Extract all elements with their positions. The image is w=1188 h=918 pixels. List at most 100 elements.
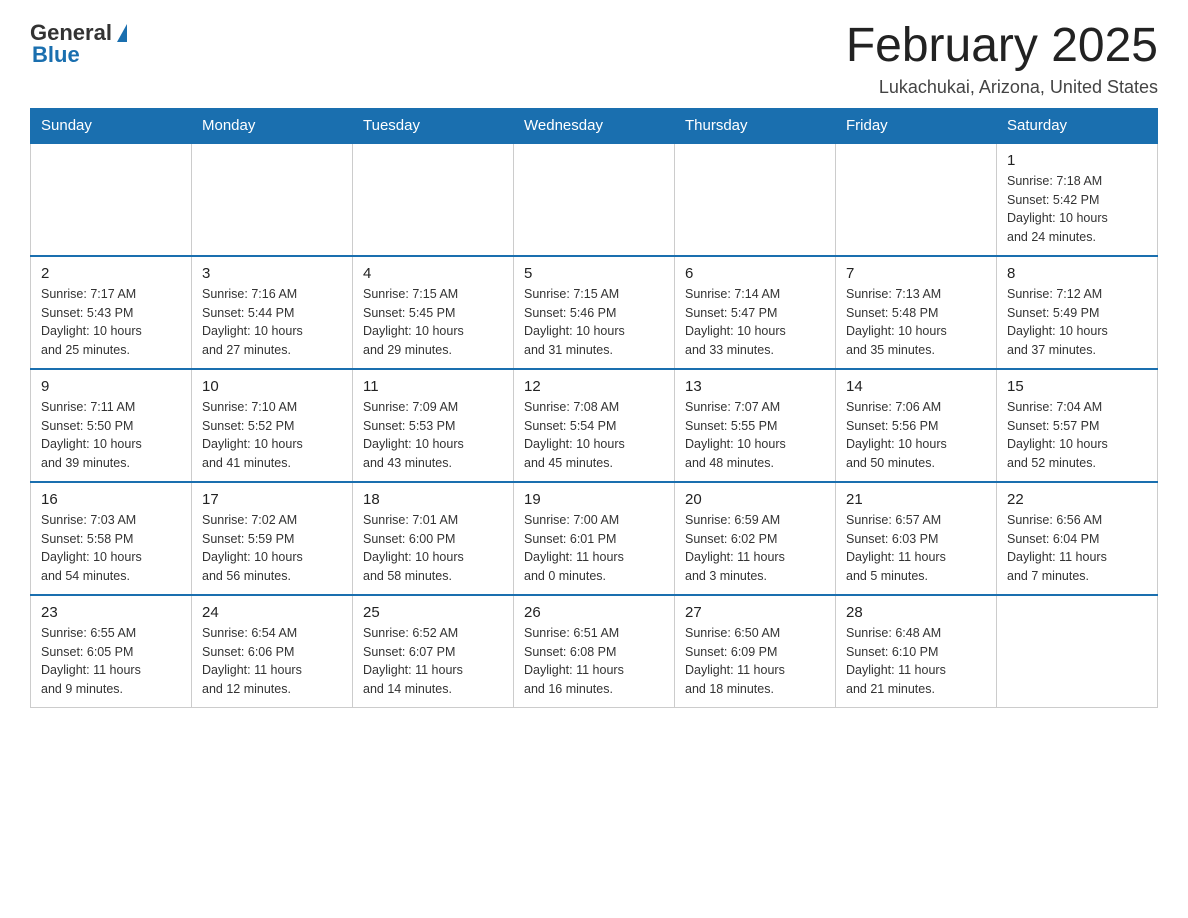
calendar-day-cell: 16 Sunrise: 7:03 AM Sunset: 5:58 PM Dayli… [31, 482, 192, 595]
day-info: Sunrise: 7:08 AM Sunset: 5:54 PM Dayligh… [524, 398, 664, 473]
day-number: 3 [202, 265, 342, 282]
calendar-day-cell: 14 Sunrise: 7:06 AM Sunset: 5:56 PM Dayli… [836, 369, 997, 482]
calendar-day-cell: 1 Sunrise: 7:18 AM Sunset: 5:42 PM Daylig… [997, 143, 1158, 256]
day-of-week-header: Thursday [675, 108, 836, 143]
day-number: 13 [685, 378, 825, 395]
day-number: 2 [41, 265, 181, 282]
day-info: Sunrise: 7:11 AM Sunset: 5:50 PM Dayligh… [41, 398, 181, 473]
day-of-week-header: Friday [836, 108, 997, 143]
calendar-day-cell: 7Sunrise: 7:13 AM Sunset: 5:48 PM Daylig… [836, 256, 997, 369]
day-number: 8 [1007, 265, 1147, 282]
calendar-day-cell: 12 Sunrise: 7:08 AM Sunset: 5:54 PM Dayli… [514, 369, 675, 482]
day-number: 11 [363, 378, 503, 395]
calendar-day-cell: 21 Sunrise: 6:57 AM Sunset: 6:03 PM Dayli… [836, 482, 997, 595]
calendar-day-cell: 10Sunrise: 7:10 AM Sunset: 5:52 PM Dayli… [192, 369, 353, 482]
logo: General Blue [30, 20, 127, 68]
day-number: 24 [202, 604, 342, 621]
calendar-week-row: 16 Sunrise: 7:03 AM Sunset: 5:58 PM Dayli… [31, 482, 1158, 595]
calendar-day-cell: 5 Sunrise: 7:15 AM Sunset: 5:46 PM Daylig… [514, 256, 675, 369]
day-info: Sunrise: 6:57 AM Sunset: 6:03 PM Dayligh… [846, 511, 986, 586]
calendar-week-row: 1 Sunrise: 7:18 AM Sunset: 5:42 PM Daylig… [31, 143, 1158, 256]
day-number: 1 [1007, 152, 1147, 169]
calendar-day-cell [31, 143, 192, 256]
day-info: Sunrise: 7:03 AM Sunset: 5:58 PM Dayligh… [41, 511, 181, 586]
calendar-day-cell: 19Sunrise: 7:00 AM Sunset: 6:01 PM Dayli… [514, 482, 675, 595]
day-info: Sunrise: 7:15 AM Sunset: 5:45 PM Dayligh… [363, 285, 503, 360]
day-number: 10 [202, 378, 342, 395]
day-of-week-header: Tuesday [353, 108, 514, 143]
day-number: 16 [41, 491, 181, 508]
day-of-week-header: Sunday [31, 108, 192, 143]
calendar-day-cell: 13 Sunrise: 7:07 AM Sunset: 5:55 PM Dayli… [675, 369, 836, 482]
day-info: Sunrise: 7:04 AM Sunset: 5:57 PM Dayligh… [1007, 398, 1147, 473]
day-info: Sunrise: 7:07 AM Sunset: 5:55 PM Dayligh… [685, 398, 825, 473]
calendar-day-cell: 27 Sunrise: 6:50 AM Sunset: 6:09 PM Dayli… [675, 595, 836, 708]
day-info: Sunrise: 7:06 AM Sunset: 5:56 PM Dayligh… [846, 398, 986, 473]
calendar-day-cell: 25 Sunrise: 6:52 AM Sunset: 6:07 PM Dayli… [353, 595, 514, 708]
calendar-day-cell: 15 Sunrise: 7:04 AM Sunset: 5:57 PM Dayli… [997, 369, 1158, 482]
day-number: 9 [41, 378, 181, 395]
page-header: General Blue February 2025 Lukachukai, A… [30, 20, 1158, 98]
calendar-day-cell: 17 Sunrise: 7:02 AM Sunset: 5:59 PM Dayli… [192, 482, 353, 595]
calendar-day-cell: 11 Sunrise: 7:09 AM Sunset: 5:53 PM Dayli… [353, 369, 514, 482]
day-number: 12 [524, 378, 664, 395]
day-info: Sunrise: 7:02 AM Sunset: 5:59 PM Dayligh… [202, 511, 342, 586]
day-of-week-header: Saturday [997, 108, 1158, 143]
calendar-day-cell: 22Sunrise: 6:56 AM Sunset: 6:04 PM Dayli… [997, 482, 1158, 595]
day-info: Sunrise: 7:18 AM Sunset: 5:42 PM Dayligh… [1007, 172, 1147, 247]
day-number: 26 [524, 604, 664, 621]
title-area: February 2025 Lukachukai, Arizona, Unite… [846, 20, 1158, 98]
day-info: Sunrise: 6:52 AM Sunset: 6:07 PM Dayligh… [363, 624, 503, 699]
day-of-week-header: Monday [192, 108, 353, 143]
calendar-day-cell [997, 595, 1158, 708]
day-number: 21 [846, 491, 986, 508]
day-info: Sunrise: 7:01 AM Sunset: 6:00 PM Dayligh… [363, 511, 503, 586]
day-number: 20 [685, 491, 825, 508]
day-number: 27 [685, 604, 825, 621]
day-info: Sunrise: 7:14 AM Sunset: 5:47 PM Dayligh… [685, 285, 825, 360]
calendar-day-cell [514, 143, 675, 256]
calendar-week-row: 23Sunrise: 6:55 AM Sunset: 6:05 PM Dayli… [31, 595, 1158, 708]
day-info: Sunrise: 6:55 AM Sunset: 6:05 PM Dayligh… [41, 624, 181, 699]
calendar-day-cell: 28Sunrise: 6:48 AM Sunset: 6:10 PM Dayli… [836, 595, 997, 708]
day-number: 14 [846, 378, 986, 395]
day-info: Sunrise: 7:17 AM Sunset: 5:43 PM Dayligh… [41, 285, 181, 360]
day-number: 19 [524, 491, 664, 508]
calendar-day-cell: 3 Sunrise: 7:16 AM Sunset: 5:44 PM Daylig… [192, 256, 353, 369]
calendar-day-cell: 26 Sunrise: 6:51 AM Sunset: 6:08 PM Dayli… [514, 595, 675, 708]
day-info: Sunrise: 7:13 AM Sunset: 5:48 PM Dayligh… [846, 285, 986, 360]
day-info: Sunrise: 7:15 AM Sunset: 5:46 PM Dayligh… [524, 285, 664, 360]
month-title: February 2025 [846, 20, 1158, 73]
calendar-day-cell [353, 143, 514, 256]
day-info: Sunrise: 6:48 AM Sunset: 6:10 PM Dayligh… [846, 624, 986, 699]
day-info: Sunrise: 7:12 AM Sunset: 5:49 PM Dayligh… [1007, 285, 1147, 360]
calendar-day-cell: 8 Sunrise: 7:12 AM Sunset: 5:49 PM Daylig… [997, 256, 1158, 369]
calendar-week-row: 9 Sunrise: 7:11 AM Sunset: 5:50 PM Daylig… [31, 369, 1158, 482]
calendar-table: SundayMondayTuesdayWednesdayThursdayFrid… [30, 108, 1158, 708]
day-number: 17 [202, 491, 342, 508]
day-info: Sunrise: 6:51 AM Sunset: 6:08 PM Dayligh… [524, 624, 664, 699]
day-number: 15 [1007, 378, 1147, 395]
calendar-header-row: SundayMondayTuesdayWednesdayThursdayFrid… [31, 108, 1158, 143]
day-number: 25 [363, 604, 503, 621]
day-info: Sunrise: 6:59 AM Sunset: 6:02 PM Dayligh… [685, 511, 825, 586]
day-number: 18 [363, 491, 503, 508]
calendar-day-cell: 24Sunrise: 6:54 AM Sunset: 6:06 PM Dayli… [192, 595, 353, 708]
calendar-day-cell [836, 143, 997, 256]
calendar-week-row: 2 Sunrise: 7:17 AM Sunset: 5:43 PM Daylig… [31, 256, 1158, 369]
day-number: 5 [524, 265, 664, 282]
logo-blue-text: Blue [32, 42, 80, 68]
day-of-week-header: Wednesday [514, 108, 675, 143]
calendar-day-cell: 18 Sunrise: 7:01 AM Sunset: 6:00 PM Dayli… [353, 482, 514, 595]
calendar-day-cell: 23Sunrise: 6:55 AM Sunset: 6:05 PM Dayli… [31, 595, 192, 708]
calendar-day-cell [192, 143, 353, 256]
day-info: Sunrise: 7:09 AM Sunset: 5:53 PM Dayligh… [363, 398, 503, 473]
day-info: Sunrise: 6:56 AM Sunset: 6:04 PM Dayligh… [1007, 511, 1147, 586]
calendar-day-cell: 4Sunrise: 7:15 AM Sunset: 5:45 PM Daylig… [353, 256, 514, 369]
calendar-day-cell [675, 143, 836, 256]
calendar-day-cell: 20 Sunrise: 6:59 AM Sunset: 6:02 PM Dayli… [675, 482, 836, 595]
location-title: Lukachukai, Arizona, United States [846, 77, 1158, 98]
logo-triangle-icon [117, 24, 127, 42]
day-info: Sunrise: 7:16 AM Sunset: 5:44 PM Dayligh… [202, 285, 342, 360]
day-info: Sunrise: 6:50 AM Sunset: 6:09 PM Dayligh… [685, 624, 825, 699]
